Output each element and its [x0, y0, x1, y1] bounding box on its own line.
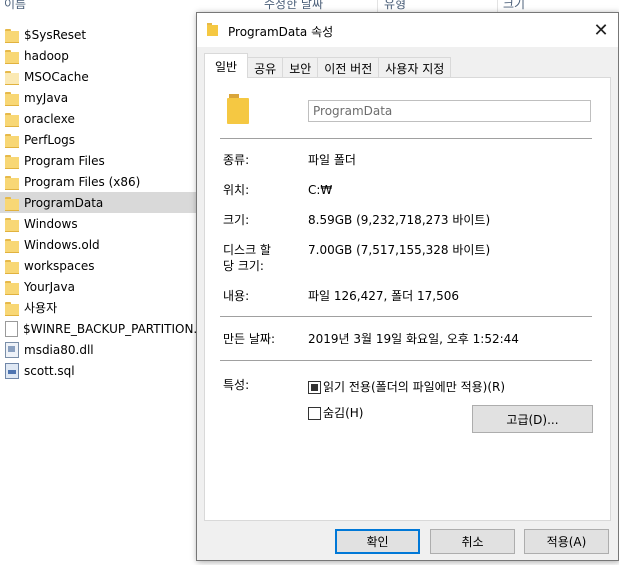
location-label: 위치:	[223, 183, 250, 197]
folder-icon	[5, 217, 19, 232]
size-label: 크기:	[223, 213, 250, 227]
list-item[interactable]: MSOCache	[0, 66, 196, 87]
file-name: myJava	[24, 90, 69, 105]
folder-icon	[227, 94, 249, 124]
file-name: Program Files	[24, 153, 105, 168]
folder-icon	[5, 175, 19, 190]
close-button[interactable]: ✕	[584, 13, 618, 47]
created-label: 만든 날짜:	[223, 332, 276, 346]
list-item-selected[interactable]: ProgramData	[0, 192, 196, 213]
divider	[220, 360, 592, 361]
tab-security[interactable]: 보안	[282, 57, 319, 78]
tab-strip: 일반 공유 보안 이전 버전 사용자 지정	[204, 53, 452, 78]
contents-label: 내용:	[223, 289, 250, 303]
dialog-title: ProgramData 속성	[228, 25, 334, 39]
type-value: 파일 폴더	[308, 153, 356, 167]
divider	[220, 316, 592, 317]
list-item[interactable]: Program Files	[0, 150, 196, 171]
column-separator	[377, 0, 378, 12]
folder-icon	[5, 133, 19, 148]
folder-name-field[interactable]	[308, 100, 591, 122]
folder-icon	[5, 112, 19, 127]
list-item[interactable]: scott.sql	[0, 360, 196, 381]
list-item[interactable]: $SysReset	[0, 24, 196, 45]
list-item[interactable]: workspaces	[0, 255, 196, 276]
tab-customize[interactable]: 사용자 지정	[378, 57, 452, 78]
advanced-button[interactable]: 고급(D)...	[472, 405, 593, 433]
folder-icon	[5, 154, 19, 169]
apply-button[interactable]: 적용(A)	[524, 529, 609, 554]
file-name: Windows	[24, 216, 78, 231]
general-tab-panel: 종류: 파일 폴더 위치: C:₩ 크기: 8.59GB (9,232,718,…	[204, 77, 611, 521]
file-name: YourJava	[24, 279, 75, 294]
file-name: hadoop	[24, 48, 69, 63]
ok-button[interactable]: 확인	[335, 529, 420, 554]
file-name: ProgramData	[24, 195, 104, 210]
attributes-label: 특성:	[223, 378, 250, 392]
column-header-modified[interactable]: 수정한 날짜	[264, 0, 323, 12]
file-name: $SysReset	[24, 27, 87, 42]
divider	[220, 138, 592, 139]
hidden-checkbox[interactable]	[308, 407, 321, 420]
file-name: workspaces	[24, 258, 95, 273]
cancel-button[interactable]: 취소	[430, 529, 515, 554]
folder-icon	[5, 28, 19, 43]
folder-icon	[5, 301, 19, 316]
column-header-name[interactable]: 이름	[4, 0, 26, 12]
list-item[interactable]: 사용자	[0, 297, 196, 318]
folder-icon	[5, 91, 19, 106]
list-item[interactable]: Windows.old	[0, 234, 196, 255]
column-headers: 이름 수정한 날짜 유형 크기	[0, 0, 619, 12]
file-name: PerfLogs	[24, 132, 76, 147]
folder-icon	[5, 280, 19, 295]
tab-previous-versions[interactable]: 이전 버전	[317, 57, 380, 78]
file-name: Windows.old	[24, 237, 100, 252]
list-item[interactable]: hadoop	[0, 45, 196, 66]
folder-icon	[5, 259, 19, 274]
column-header-type[interactable]: 유형	[384, 0, 406, 12]
created-value: 2019년 3월 19일 화요일, 오후 1:52:44	[308, 332, 519, 346]
list-item[interactable]: Program Files (x86)	[0, 171, 196, 192]
file-name: Program Files (x86)	[24, 174, 141, 189]
list-item[interactable]: oraclexe	[0, 108, 196, 129]
contents-value: 파일 126,427, 폴더 17,506	[308, 289, 460, 303]
file-name: msdia80.dll	[24, 342, 94, 357]
file-name: 사용자	[24, 301, 58, 315]
list-item[interactable]: myJava	[0, 87, 196, 108]
file-name: $WINRE_BACKUP_PARTITION.MA	[23, 321, 216, 336]
folder-icon	[5, 196, 19, 211]
folder-icon	[5, 238, 19, 253]
location-value: C:₩	[308, 183, 333, 197]
list-item[interactable]: Windows	[0, 213, 196, 234]
readonly-checkbox[interactable]	[308, 381, 321, 394]
sql-icon	[5, 362, 19, 379]
list-item[interactable]: PerfLogs	[0, 129, 196, 150]
tab-sharing[interactable]: 공유	[247, 57, 284, 78]
list-item[interactable]: msdia80.dll	[0, 339, 196, 360]
size-on-disk-label-line2: 당 크기:	[223, 259, 264, 273]
folder-icon	[5, 49, 19, 64]
file-icon	[5, 320, 18, 337]
tab-general[interactable]: 일반	[204, 53, 249, 78]
dll-icon	[5, 341, 19, 358]
folder-icon	[5, 70, 19, 85]
readonly-checkbox-label[interactable]: 읽기 전용(폴더의 파일에만 적용)(R)	[323, 380, 505, 394]
list-item[interactable]: YourJava	[0, 276, 196, 297]
file-name: oraclexe	[24, 111, 75, 126]
type-label: 종류:	[223, 153, 250, 167]
column-header-size[interactable]: 크기	[503, 0, 525, 12]
properties-dialog: ProgramData 속성 ✕ 일반 공유 보안 이전 버전 사용자 지정 종…	[196, 12, 619, 561]
size-value: 8.59GB (9,232,718,273 바이트)	[308, 213, 491, 227]
list-item[interactable]: $WINRE_BACKUP_PARTITION.MA	[0, 318, 216, 339]
size-on-disk-value: 7.00GB (7,517,155,328 바이트)	[308, 243, 491, 257]
file-name: MSOCache	[24, 69, 89, 84]
hidden-checkbox-label[interactable]: 숨김(H)	[323, 406, 363, 420]
column-separator	[497, 0, 498, 12]
dialog-titlebar[interactable]: ProgramData 속성 ✕	[197, 13, 618, 47]
file-name: scott.sql	[24, 363, 75, 378]
folder-icon	[207, 23, 218, 36]
